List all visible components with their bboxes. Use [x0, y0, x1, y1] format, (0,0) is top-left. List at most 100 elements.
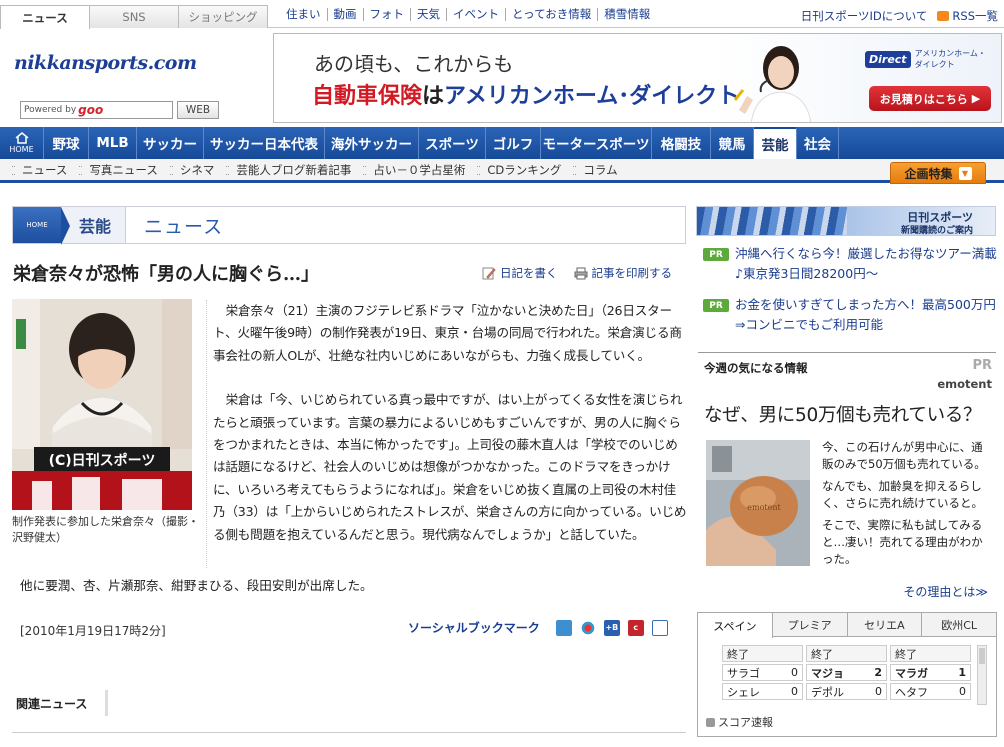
ad-brand-logo: Direct アメリカンホーム・ダイレクト	[865, 46, 991, 72]
nav-soccer-japan[interactable]: サッカー日本代表	[204, 127, 325, 159]
print-article-label: 記事を印刷する	[591, 266, 673, 280]
buzzurl-icon[interactable]: +B	[603, 619, 620, 636]
featured-heading: 今週の気になる情報	[704, 361, 808, 375]
nav-horse-racing[interactable]: 競馬	[711, 127, 754, 159]
featured-more-link[interactable]: その理由とは≫	[903, 583, 988, 600]
article-extra: 他に要潤、杏、片瀬那奈、紺野まひる、段田安則が出席した。	[20, 578, 373, 593]
nav-mlb[interactable]: MLB	[89, 127, 137, 159]
pencil-icon	[482, 267, 496, 279]
special-features-button[interactable]: 企画特集 ▼	[890, 162, 986, 184]
top-link-special-info[interactable]: とっておき情報	[505, 8, 597, 21]
subnav-news[interactable]: ニュース	[10, 162, 77, 178]
tab-news[interactable]: ニュース	[0, 5, 90, 29]
live-score-link[interactable]: スコア速報	[706, 714, 773, 730]
article-body: 栄倉奈々（21）主演のフジテレビ系ドラマ「泣かないと決めた日」（26日スタート、…	[206, 300, 688, 569]
tab-premier[interactable]: プレミア	[773, 613, 848, 636]
nav-world-soccer[interactable]: 海外サッカー	[325, 127, 419, 159]
team-score: 1	[958, 666, 966, 679]
ad-line2-mid: は	[422, 83, 445, 109]
pr-item[interactable]: PR 沖縄へ行くなら今！厳選したお得なツアー満載♪東京発3日間28200円～	[703, 244, 998, 284]
nav-baseball[interactable]: 野球	[44, 127, 89, 159]
subscription-banner[interactable]: 日刊スポーツ 新聞購読のご案内	[696, 206, 996, 236]
top-link-event[interactable]: イベント	[446, 8, 505, 21]
rss-icon	[937, 11, 950, 21]
top-link-housing[interactable]: 住まい	[280, 8, 327, 21]
pr-item[interactable]: PR お金を使いすぎてしまった方へ！最高500万円⇒コンビニでもご利用可能	[703, 295, 998, 335]
hatena-icon[interactable]	[579, 619, 596, 636]
tab-sns[interactable]: SNS	[89, 5, 179, 28]
score-game[interactable]: 終了 マジョ 2 デポル 0	[806, 645, 887, 702]
game-home: サラゴ 0	[722, 664, 803, 681]
nav-home[interactable]: HOME	[0, 127, 44, 159]
tab-spain[interactable]: スペイン	[698, 613, 773, 638]
header-ad-banner[interactable]: あの頃も、これからも 自動車保険はアメリカンホーム･ダイレクト Direct アメ…	[273, 33, 1002, 123]
livedoor-clip-icon[interactable]: c	[627, 619, 644, 636]
subnav-column[interactable]: コラム	[571, 162, 627, 178]
top-link-video[interactable]: 動画	[326, 8, 363, 21]
id-about-link[interactable]: 日刊スポーツIDについて	[801, 8, 928, 24]
top-link-photo[interactable]: フォト	[362, 8, 411, 21]
ad-estimate-button[interactable]: お見積りはこちら ▶	[869, 86, 991, 111]
subnav-cd-ranking[interactable]: CDランキング	[475, 162, 571, 178]
edit-icon[interactable]	[651, 619, 668, 636]
nav-society[interactable]: 社会	[797, 127, 839, 159]
social-bookmarks: ソーシャルブックマーク +B c	[408, 619, 668, 636]
nav-martial-arts[interactable]: 格闘技	[652, 127, 711, 159]
breadcrumb-section[interactable]: 芸能	[61, 207, 127, 243]
score-tabs: スペイン プレミア セリエA 欧州CL	[698, 613, 996, 638]
game-home: マラガ 1	[890, 664, 971, 681]
nav-motorsports[interactable]: モータースポーツ	[541, 127, 652, 159]
banner-stadium-image	[697, 207, 847, 235]
search-input[interactable]: Powered by goo	[20, 101, 173, 119]
ad-line2-red: 自動車保険	[312, 83, 423, 109]
powered-by-label: Powered by	[24, 105, 77, 115]
divider	[12, 732, 686, 733]
score-game[interactable]: 終了 サラゴ 0 シェレ 0	[722, 645, 803, 702]
team-score: 0	[791, 685, 798, 698]
nav-golf[interactable]: ゴルフ	[486, 127, 541, 159]
ad-line1: あの頃も、これからも	[314, 52, 514, 76]
site-logo[interactable]: nikkansports.com	[14, 52, 197, 74]
score-game[interactable]: 終了 マラガ 1 ヘタフ 0	[890, 645, 971, 702]
featured-info-box: 今週の気になる情報 PR emotent なぜ、男に50万個も売れている？ em…	[698, 352, 996, 607]
nav-entertainment[interactable]: 芸能	[754, 127, 797, 159]
write-diary-link[interactable]: 日記を書く	[482, 265, 558, 281]
ad-person-image	[733, 46, 812, 122]
score-scrollbar[interactable]	[977, 645, 987, 705]
subnav-cinema[interactable]: シネマ	[168, 162, 225, 178]
tab-shopping[interactable]: ショッピング	[178, 5, 268, 28]
top-link-snow-info[interactable]: 積雪情報	[597, 8, 656, 21]
twitter-icon[interactable]	[555, 619, 572, 636]
breadcrumb-home[interactable]: HOME	[13, 207, 70, 245]
team-name: マジョ	[811, 666, 844, 680]
featured-text-line: そこで、実際に私も試してみると…凄い！売れてる理由がわかった。	[822, 518, 983, 566]
featured-title[interactable]: なぜ、男に50万個も売れている？	[704, 401, 981, 427]
tab-ucl[interactable]: 欧州CL	[922, 613, 996, 636]
game-status: 終了	[722, 645, 803, 662]
team-score: 2	[874, 666, 882, 679]
subnav-photo-news[interactable]: 写真ニュース	[77, 162, 167, 178]
rss-link[interactable]: RSS一覧	[937, 8, 998, 24]
game-away: ヘタフ 0	[890, 683, 971, 700]
subnav-fortune[interactable]: 占い－０学占星術	[361, 162, 475, 178]
score-grid: 終了 サラゴ 0 シェレ 0 終了 マジョ 2 デポル 0 終了 マラガ 1 ヘタフ 0	[722, 645, 971, 702]
top-link-weather[interactable]: 天気	[410, 8, 446, 21]
top-bar: ニュース SNS ショッピング 住まい 動画 フォト 天気 イベント とっておき…	[0, 0, 1004, 29]
nav-soccer[interactable]: サッカー	[137, 127, 204, 159]
sub-nav: ニュース 写真ニュース シネマ 芸能人ブログ新着記事 占い－０学占星術 CDラン…	[0, 159, 1004, 183]
nav-sports[interactable]: スポーツ	[419, 127, 486, 159]
print-article-link[interactable]: 記事を印刷する	[574, 265, 673, 281]
article-headline: 栄倉奈々が恐怖「男の人に胸ぐら…」	[13, 264, 319, 285]
ad-line2: 自動車保険はアメリカンホーム･ダイレクト	[312, 78, 739, 110]
game-away: シェレ 0	[722, 683, 803, 700]
soap-image[interactable]: emotent	[706, 440, 810, 566]
scrollbar-thumb[interactable]	[979, 648, 985, 664]
featured-text-line: 今、この石けんが男中心に、通販のみで50万個も売れている。	[822, 440, 986, 471]
top-tabs: ニュース SNS ショッピング	[0, 5, 268, 29]
article-photo[interactable]: (C)日刊スポーツ	[12, 299, 192, 510]
web-search-button[interactable]: WEB	[177, 101, 219, 119]
pr-item-text: お金を使いすぎてしまった方へ！最高500万円⇒コンビニでもご利用可能	[735, 297, 996, 332]
tab-serie-a[interactable]: セリエA	[848, 613, 923, 636]
subnav-celeb-blog[interactable]: 芸能人ブログ新着記事	[224, 162, 361, 178]
nav-home-label: HOME	[9, 145, 34, 154]
